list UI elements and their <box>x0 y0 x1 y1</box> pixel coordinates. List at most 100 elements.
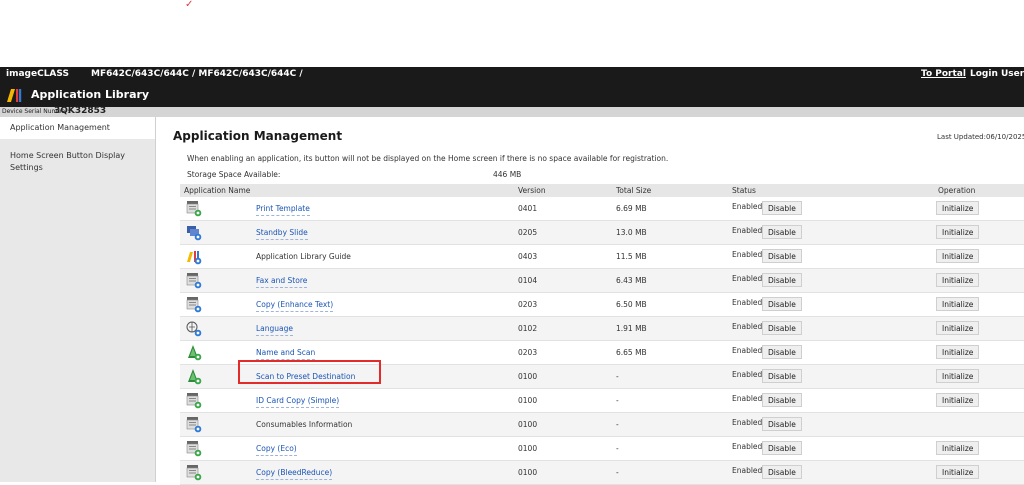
app-status: Enabled <box>732 466 763 475</box>
app-size: 6.69 MB <box>616 204 647 213</box>
app-version: 0100 <box>518 444 538 453</box>
disable-button[interactable]: Disable <box>762 201 802 215</box>
library-guide-icon <box>187 251 202 265</box>
app-name[interactable]: Copy (Enhance Text) <box>256 300 334 312</box>
app-name: Application Library Guide <box>256 252 351 261</box>
app-size: 6.50 MB <box>616 300 647 309</box>
app-title: Application Library <box>31 88 150 101</box>
app-name: Consumables Information <box>256 420 353 429</box>
language-icon <box>186 321 202 337</box>
disable-button[interactable]: Disable <box>762 393 802 407</box>
app-name[interactable]: Standby Slide <box>256 228 308 240</box>
initialize-button[interactable]: Initialize <box>936 273 980 287</box>
app-table-body: Print Template 0401 6.69 MB Enabled Disable I… <box>180 197 1024 485</box>
app-size: 11.5 MB <box>616 252 647 261</box>
app-status: Enabled <box>732 298 763 307</box>
app-status: Enabled <box>732 346 763 355</box>
disable-button[interactable]: Disable <box>762 345 802 359</box>
app-version: 0205 <box>518 228 538 237</box>
app-name[interactable]: Print Template <box>256 204 310 216</box>
table-row: Copy (BleedReduce) 0100 - Enabled Disable Ini… <box>180 461 1024 485</box>
initialize-button[interactable]: Initialize <box>936 465 980 479</box>
app-status: Enabled <box>732 274 763 283</box>
app-version: 0203 <box>518 300 538 309</box>
id-card-copy-icon <box>186 393 202 409</box>
app-name[interactable]: Language <box>256 324 294 336</box>
app-name[interactable]: Copy (BleedReduce) <box>256 468 333 480</box>
sidebar-item-application-management[interactable]: Application Management <box>0 117 155 139</box>
app-size: 6.43 MB <box>616 276 647 285</box>
page-title: Application Management <box>173 129 343 143</box>
standby-slide-icon <box>187 226 202 241</box>
table-row: Fax and Store 0104 6.43 MB Enabled Disable In… <box>180 269 1024 293</box>
app-version: 0100 <box>518 372 538 381</box>
top-blank-area: ✓ <box>0 0 1024 67</box>
app-size: 1.91 MB <box>616 324 647 333</box>
disable-button[interactable]: Disable <box>762 369 802 383</box>
app-version: 0102 <box>518 324 538 333</box>
app-name[interactable]: Copy (Eco) <box>256 444 297 456</box>
initialize-button[interactable]: Initialize <box>936 225 980 239</box>
disable-button[interactable]: Disable <box>762 273 802 287</box>
to-portal-link[interactable]: To Portal <box>921 69 966 79</box>
app-name[interactable]: ID Card Copy (Simple) <box>256 396 340 408</box>
app-version: 0401 <box>518 204 538 213</box>
initialize-button[interactable]: Initialize <box>936 441 980 455</box>
serial-value: 3QK32853 <box>54 106 107 116</box>
fax-store-icon <box>186 273 202 289</box>
app-library-logo-icon <box>7 89 22 102</box>
serial-bar: Device Serial Number: 3QK32853 <box>0 106 1024 117</box>
table-header: Application Name Version Total Size Stat… <box>180 184 1024 197</box>
col-header-status: Status <box>732 186 756 195</box>
initialize-button[interactable]: Initialize <box>936 249 980 263</box>
table-row: Copy (Eco) 0100 - Enabled Disable Initialize <box>180 437 1024 461</box>
table-row: ID Card Copy (Simple) 0100 - Enabled Disable… <box>180 389 1024 413</box>
top-header: imageCLASS MF642C/643C/644C / MF642C/643… <box>0 67 1024 107</box>
app-version: 0100 <box>518 396 538 405</box>
initialize-button[interactable]: Initialize <box>936 393 980 407</box>
login-user-label: Login User: <box>970 69 1024 79</box>
table-row: Language 0102 1.91 MB Enabled Disable Initial… <box>180 317 1024 341</box>
initialize-button[interactable]: Initialize <box>936 297 980 311</box>
header-app-row: Application Library <box>0 83 1024 107</box>
storage-label: Storage Space Available: <box>187 170 281 179</box>
col-header-size: Total Size <box>616 186 652 195</box>
app-status: Enabled <box>732 442 763 451</box>
app-name[interactable]: Name and Scan <box>256 348 316 360</box>
app-status: Enabled <box>732 322 763 331</box>
app-status: Enabled <box>732 250 763 259</box>
disable-button[interactable]: Disable <box>762 249 802 263</box>
initialize-button[interactable]: Initialize <box>936 321 980 335</box>
consumables-icon <box>186 417 202 433</box>
table-row: Consumables Information 0100 - Enabled Disab… <box>180 413 1024 437</box>
name-scan-icon <box>188 345 202 361</box>
table-row: Copy (Enhance Text) 0203 6.50 MB Enabled Dis… <box>180 293 1024 317</box>
app-status: Enabled <box>732 370 763 379</box>
app-size: - <box>616 444 619 453</box>
copy-enhance-icon <box>186 297 202 313</box>
highlight-box <box>238 360 381 384</box>
col-header-name: Application Name <box>184 186 251 195</box>
app-size: - <box>616 372 619 381</box>
initialize-button[interactable]: Initialize <box>936 345 980 359</box>
app-status: Enabled <box>732 202 763 211</box>
storage-value: 446 MB <box>493 170 522 179</box>
sidebar-item-home-screen-button-settings[interactable]: Home Screen Button Display Settings <box>0 139 155 174</box>
app-status: Enabled <box>732 394 763 403</box>
app-status: Enabled <box>732 226 763 235</box>
disable-button[interactable]: Disable <box>762 297 802 311</box>
disable-button[interactable]: Disable <box>762 225 802 239</box>
disable-button[interactable]: Disable <box>762 441 802 455</box>
app-size: - <box>616 420 619 429</box>
copy-eco-icon <box>186 441 202 457</box>
scan-preset-icon <box>188 369 202 385</box>
app-version: 0104 <box>518 276 538 285</box>
disable-button[interactable]: Disable <box>762 417 802 431</box>
disable-button[interactable]: Disable <box>762 321 802 335</box>
device-model: MF642C/643C/644C / MF642C/643C/644C / <box>91 69 303 79</box>
app-size: - <box>616 396 619 405</box>
initialize-button[interactable]: Initialize <box>936 369 980 383</box>
app-name[interactable]: Fax and Store <box>256 276 308 288</box>
disable-button[interactable]: Disable <box>762 465 802 479</box>
initialize-button[interactable]: Initialize <box>936 201 980 215</box>
